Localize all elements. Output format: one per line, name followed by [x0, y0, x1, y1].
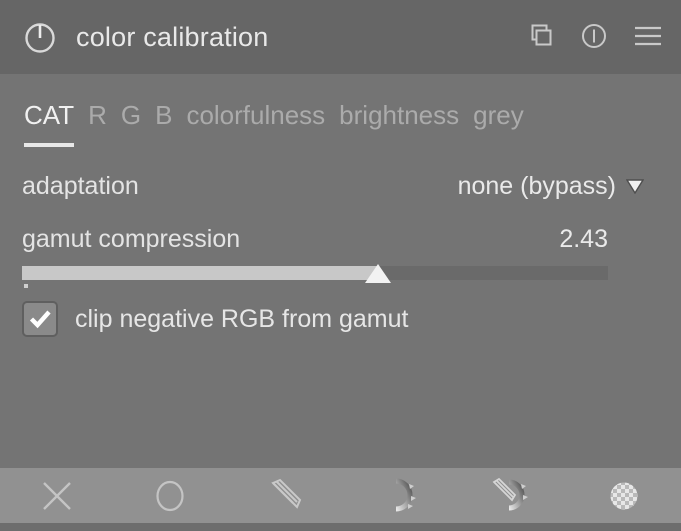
- tab-r[interactable]: R: [88, 98, 107, 134]
- power-icon[interactable]: [22, 19, 58, 55]
- gamut-compression-value: 2.43: [559, 225, 608, 253]
- slider-default-marker: [24, 284, 28, 288]
- slider-fill: [22, 266, 378, 280]
- tab-label: CAT: [24, 100, 75, 130]
- tab-label: grey: [473, 100, 524, 130]
- module-header: color calibration: [0, 0, 681, 74]
- tab-label: R: [88, 100, 107, 130]
- gamut-compression-slider[interactable]: gamut compression 2.43: [22, 222, 608, 288]
- tab-label: G: [120, 100, 142, 130]
- blend-mask-toolbar: [0, 468, 681, 523]
- tab-brightness[interactable]: brightness: [339, 98, 459, 134]
- color-calibration-module: color calibration CAT R G B colorfulness…: [0, 0, 681, 531]
- tab-colorfulness[interactable]: colorfulness: [186, 98, 325, 134]
- tab-bar: CAT R G B colorfulness brightness grey: [0, 98, 681, 154]
- clip-negative-rgb-label: clip negative RGB from gamut: [75, 305, 409, 333]
- tab-label: colorfulness: [186, 100, 326, 130]
- raster-mask-button[interactable]: [568, 468, 681, 523]
- tab-g[interactable]: G: [121, 98, 141, 134]
- clip-negative-rgb-checkbox[interactable]: [22, 301, 58, 337]
- tab-label: B: [155, 100, 173, 130]
- uniformly-mask-button[interactable]: [114, 468, 228, 523]
- tab-label: brightness: [339, 100, 460, 130]
- adaptation-value-wrap: none (bypass): [458, 169, 644, 203]
- toolbar-bottom-strip: [0, 523, 681, 531]
- circle-icon: [156, 480, 184, 511]
- drawn-and-parametric-mask-button[interactable]: [454, 468, 568, 523]
- mask-off-button[interactable]: [0, 468, 114, 523]
- active-tab-underline: [24, 143, 75, 147]
- gamut-compression-label: gamut compression: [22, 225, 241, 253]
- adaptation-combobox[interactable]: adaptation none (bypass): [22, 168, 644, 204]
- gradient-arc-icon: [396, 478, 417, 511]
- chevron-down-icon[interactable]: [626, 178, 644, 194]
- slider-track[interactable]: [22, 264, 608, 283]
- tab-grey[interactable]: grey: [473, 98, 524, 134]
- header-actions: [523, 18, 665, 54]
- tab-list: CAT R G B colorfulness brightness grey: [24, 98, 524, 147]
- reset-circle-icon[interactable]: [577, 18, 611, 54]
- adaptation-value: none (bypass): [457, 172, 616, 200]
- x-icon: [42, 481, 71, 510]
- check-icon: [29, 310, 51, 329]
- checkerboard-circle-icon: [610, 482, 638, 509]
- parametric-mask-button[interactable]: [341, 468, 455, 523]
- hamburger-menu-icon[interactable]: [631, 18, 665, 54]
- pencil-arc-icon: [492, 477, 528, 510]
- tab-b[interactable]: B: [155, 98, 172, 134]
- multi-instance-icon[interactable]: [523, 18, 557, 54]
- pencil-icon: [270, 478, 301, 509]
- slider-header: gamut compression 2.43: [22, 222, 608, 258]
- clip-negative-rgb-row[interactable]: clip negative RGB from gamut: [22, 301, 408, 337]
- drawn-mask-button[interactable]: [227, 468, 341, 523]
- adaptation-label: adaptation: [22, 172, 139, 200]
- slider-thumb[interactable]: [364, 264, 391, 283]
- page-title: color calibration: [76, 22, 269, 52]
- tab-cat[interactable]: CAT: [24, 98, 75, 147]
